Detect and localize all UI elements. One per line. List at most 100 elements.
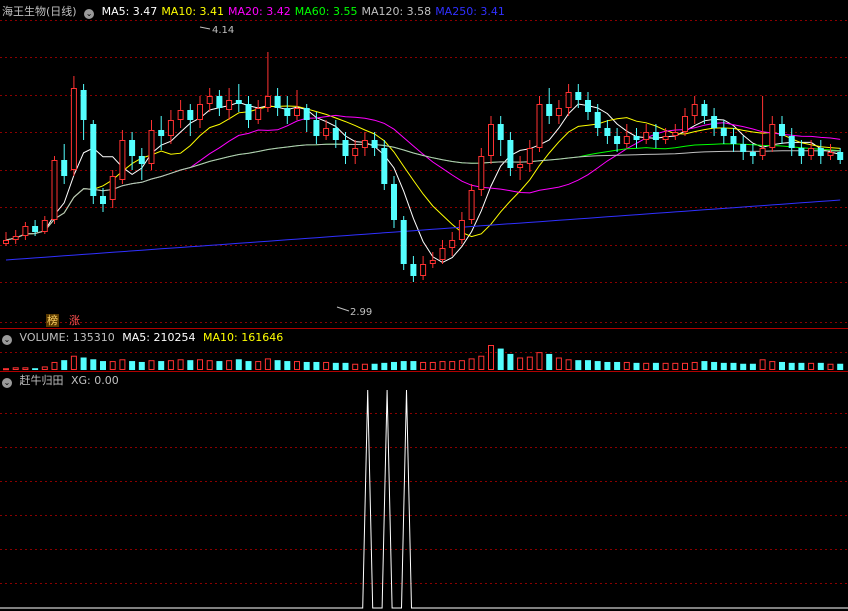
candle-body <box>332 128 339 140</box>
volume-bar-63 <box>614 361 621 370</box>
volume-bar-50 <box>488 345 494 370</box>
volume-bar-27 <box>264 358 271 370</box>
stock-chart[interactable]: 4.14 2.99 <box>0 0 848 611</box>
candle-body <box>12 236 19 240</box>
candle-body <box>817 148 824 156</box>
candle-1 <box>12 230 19 244</box>
candle-27 <box>264 52 271 112</box>
candle-body <box>313 120 320 136</box>
volume-bar-4 <box>41 366 48 370</box>
candle-41 <box>400 216 407 270</box>
volume-bar-30 <box>294 361 300 371</box>
volume-bar-40 <box>391 361 397 370</box>
volume-bar-31 <box>303 361 310 370</box>
volume-bar-9 <box>90 359 97 370</box>
xg-line <box>0 389 848 609</box>
candle-body <box>148 130 155 164</box>
candle-body <box>623 136 630 144</box>
candle-30 <box>294 90 300 120</box>
volume-bar-81 <box>788 362 795 370</box>
volume-panel-header: ⌄ VOLUME: 135310 MA5: 210254 MA10: 16164… <box>2 330 287 346</box>
ma20-line <box>5 114 841 241</box>
candle-body <box>51 160 58 220</box>
candle-body <box>720 128 727 136</box>
volume-bar-54 <box>526 356 533 371</box>
candle-body <box>381 148 388 184</box>
candle-24 <box>235 84 242 112</box>
volume-bar-21 <box>206 360 213 370</box>
candle-55 <box>536 96 543 152</box>
candle-15 <box>148 120 155 170</box>
volume-bar-52 <box>507 353 514 370</box>
candle-8 <box>80 84 87 140</box>
candle-body <box>109 176 116 200</box>
candle-39 <box>381 140 388 190</box>
candle-body <box>187 110 194 120</box>
volume-bar-67 <box>652 362 659 370</box>
candle-body <box>827 152 834 156</box>
candle-body <box>662 136 669 140</box>
volume-bar-60 <box>585 360 591 370</box>
volume-bar-10 <box>100 361 106 370</box>
ma60-line <box>5 143 841 241</box>
candle-31 <box>303 104 310 132</box>
chevron-down-icon[interactable]: ⌄ <box>2 378 12 388</box>
volume-bar-72 <box>701 361 708 370</box>
candle-16 <box>158 116 165 150</box>
volume-bar-32 <box>313 361 320 370</box>
volume-bar-84 <box>817 362 824 370</box>
candle-10 <box>100 188 106 212</box>
volume-bar-86 <box>837 363 844 370</box>
candle-76 <box>740 136 747 160</box>
candle-46 <box>449 232 456 256</box>
main-panel-header: 海王生物(日线) ⌄ MA5: 3.47 MA10: 3.41 MA20: 3.42… <box>2 4 513 20</box>
volume-bar-77 <box>749 363 756 370</box>
candle-body <box>342 140 349 156</box>
ma-label-2: MA20: 3.42 <box>228 5 291 18</box>
candle-body <box>779 124 785 136</box>
candle-14 <box>138 148 145 180</box>
volume-bar-49 <box>478 355 485 371</box>
candle-body <box>439 248 446 260</box>
volume-bar-8 <box>80 357 87 370</box>
candle-19 <box>187 104 194 136</box>
candle-body <box>517 164 524 168</box>
chevron-down-icon[interactable]: ⌄ <box>84 9 95 19</box>
candle-body <box>197 104 203 120</box>
candle-body <box>255 108 262 120</box>
candle-37 <box>361 132 368 156</box>
volume-bar-11 <box>109 361 116 371</box>
chevron-down-icon[interactable]: ⌄ <box>2 335 12 345</box>
candle-body <box>410 264 417 276</box>
candle-80 <box>779 116 785 144</box>
volume-bar-85 <box>827 363 834 370</box>
candle-25 <box>245 96 252 128</box>
volume-bar-55 <box>536 352 543 370</box>
list-badge[interactable]: 榜 <box>46 314 59 327</box>
volume-bar-33 <box>323 361 330 371</box>
candle-body <box>206 96 213 104</box>
candle-body <box>682 116 688 132</box>
volume-bar-35 <box>342 362 349 370</box>
volume-bar-12 <box>119 359 126 370</box>
limit-up-badge[interactable]: 涨 <box>68 314 81 327</box>
volume-bars <box>3 345 844 371</box>
candle-body <box>3 240 9 244</box>
candle-body <box>497 124 504 140</box>
candle-62 <box>604 120 611 144</box>
volume-bar-80 <box>779 361 785 370</box>
candle-73 <box>711 108 718 136</box>
ma-labels: MA5: 3.47 MA10: 3.41 MA20: 3.42 MA60: 3.55 M… <box>102 5 509 18</box>
candle-11 <box>109 170 116 208</box>
price-annotations: 4.14 2.99 <box>199 25 372 318</box>
candle-57 <box>555 100 562 124</box>
candle-54 <box>526 140 533 172</box>
ma-label-1: MA10: 3.41 <box>161 5 225 18</box>
volume-bar-1 <box>12 367 19 371</box>
volume-bar-46 <box>449 361 456 371</box>
candle-body <box>129 140 136 156</box>
candle-body <box>769 124 776 148</box>
volume-bar-22 <box>216 361 223 370</box>
candle-26 <box>255 100 262 124</box>
volume-bar-82 <box>798 362 805 370</box>
